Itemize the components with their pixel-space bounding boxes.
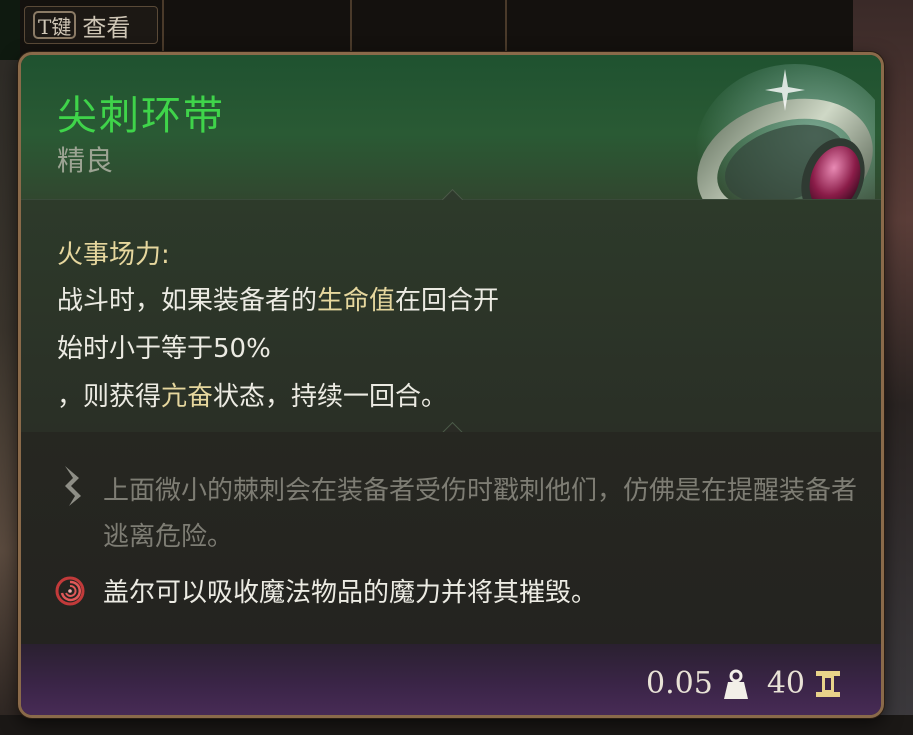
- tooltip-header: 尖刺环带 精良: [21, 55, 881, 239]
- passive-line: 战斗时，如果装备者的生命值在回合开: [57, 280, 499, 317]
- background-divider: [505, 0, 507, 60]
- passive-text: 战斗时，如果装备者的: [57, 286, 318, 316]
- tooltip-footer: 0.05 40: [21, 644, 881, 715]
- passive-text: 在回合开: [395, 286, 500, 316]
- background-divider: [350, 0, 352, 60]
- hp-keyword[interactable]: 生命值: [317, 286, 395, 316]
- weight-value: 0.05: [646, 666, 713, 701]
- gold-coin-icon: [816, 670, 840, 697]
- lore-section: 上面微小的棘刺会在装备者受伤时戳刺他们，仿佛是在提醒装备者逃离危险。 盖尔可以吸…: [21, 432, 881, 644]
- footer-stats: 0.05 40: [646, 666, 841, 701]
- lore-text: 上面微小的棘刺会在装备者受伤时戳刺他们，仿佛是在提醒装备者逃离危险。: [103, 476, 858, 552]
- passive-text: ，则获得: [57, 382, 162, 412]
- passive-line: ，则获得亢奋状态，持续一回合。: [57, 376, 447, 413]
- passive-line: 始时小于等于50%: [57, 334, 271, 364]
- passive-section: 火事场力: 战斗时，如果装备者的生命值在回合开 始时小于等于50% ，则获得亢奋…: [21, 200, 881, 432]
- examine-label: 查看: [82, 13, 131, 42]
- frenzy-keyword[interactable]: 亢奋: [161, 382, 213, 412]
- background-bottom: [0, 715, 913, 735]
- t-key-cap: T键: [33, 11, 77, 39]
- gold-value: 40: [766, 666, 805, 701]
- item-name: 尖刺环带: [57, 93, 225, 139]
- item-rarity: 精良: [57, 144, 114, 177]
- weight-icon: [723, 669, 748, 699]
- item-tooltip: 尖刺环带 精良 火事场力: 战斗时，如果装备者的生命值在回合开 始时小于等于50…: [18, 52, 884, 718]
- gale-spiral-icon: [55, 576, 85, 606]
- gale-text: 盖尔可以吸收魔法物品的魔力并将其摧毁。: [103, 578, 598, 608]
- examine-hint[interactable]: T键 查看: [24, 6, 158, 44]
- passive-text: 状态，持续一回合。: [213, 382, 448, 412]
- quill-icon: [65, 466, 81, 506]
- passive-title: 火事场力:: [57, 240, 170, 270]
- background-divider: [162, 0, 164, 60]
